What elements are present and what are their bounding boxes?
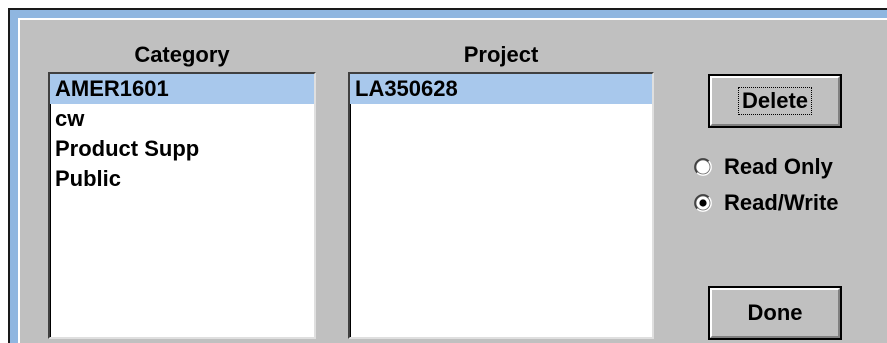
delete-button-label: Delete bbox=[737, 87, 813, 115]
project-item[interactable]: LA350628 bbox=[350, 74, 652, 104]
done-button[interactable]: Done bbox=[708, 286, 842, 340]
project-label: Project bbox=[463, 42, 539, 67]
radio-unchecked-icon bbox=[694, 158, 712, 176]
category-item[interactable]: Public bbox=[50, 164, 314, 194]
category-label: Category bbox=[134, 42, 230, 67]
project-listbox[interactable]: LA350628 bbox=[348, 72, 654, 339]
category-item[interactable]: cw bbox=[50, 104, 314, 134]
access-dialog: Category AMER1601 cw Product Supp Public… bbox=[18, 18, 887, 343]
radio-checked-icon bbox=[694, 194, 712, 212]
read-only-radio[interactable]: Read Only bbox=[694, 154, 833, 180]
read-only-label: Read Only bbox=[724, 154, 833, 179]
category-item[interactable]: Product Supp bbox=[50, 134, 314, 164]
done-button-label: Done bbox=[747, 300, 803, 325]
read-write-radio[interactable]: Read/Write bbox=[694, 190, 839, 216]
read-write-label: Read/Write bbox=[724, 190, 839, 215]
delete-button[interactable]: Delete bbox=[708, 74, 842, 128]
window-frame: Category AMER1601 cw Product Supp Public… bbox=[8, 8, 887, 343]
category-item[interactable]: AMER1601 bbox=[50, 74, 314, 104]
category-listbox[interactable]: AMER1601 cw Product Supp Public bbox=[48, 72, 316, 339]
